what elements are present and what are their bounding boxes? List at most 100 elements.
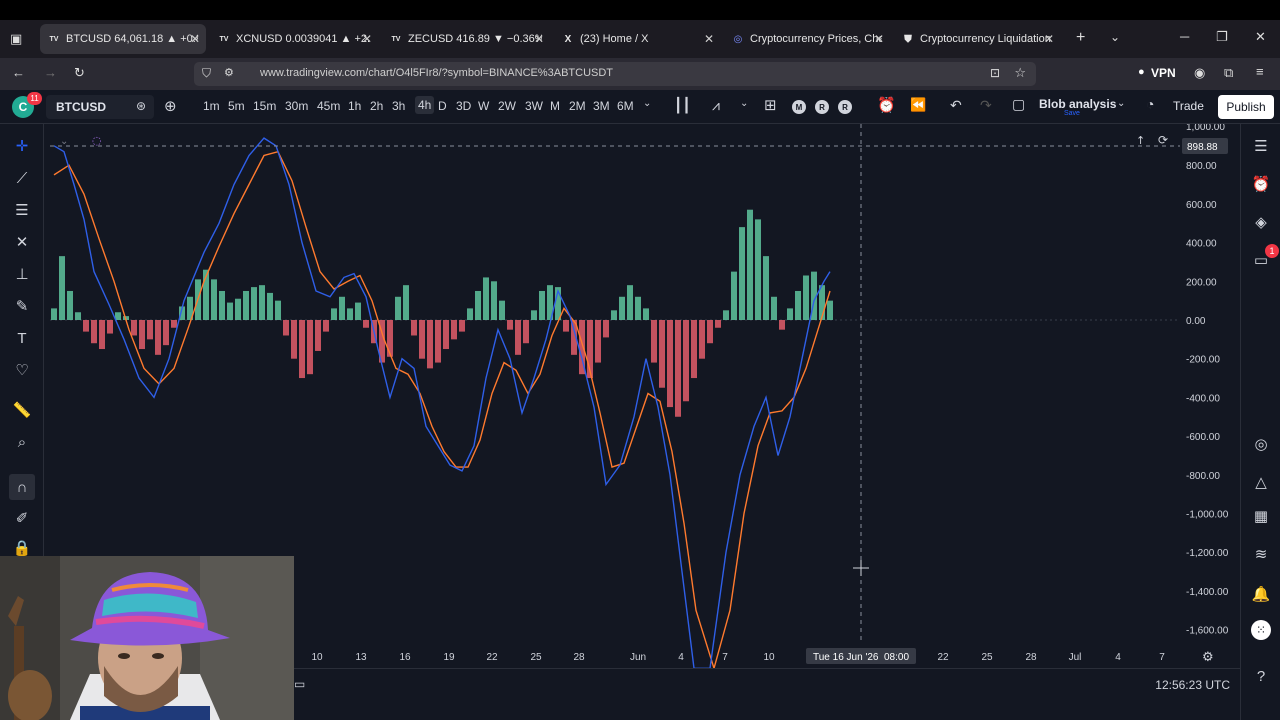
brush-icon[interactable]: ✎: [12, 296, 32, 316]
minimize-icon[interactable]: ─: [1180, 29, 1189, 44]
axis-settings-icon[interactable]: ⚙: [1202, 650, 1214, 665]
timeframe-2W[interactable]: 2W: [498, 99, 516, 113]
browser-tab[interactable]: ◎ Cryptocurrency Prices, Char ✕: [724, 24, 890, 54]
tab-list-icon[interactable]: ▣: [10, 31, 22, 47]
magnet-icon[interactable]: ∩: [9, 474, 35, 500]
symbol-search[interactable]: BTCUSD ⊛: [46, 95, 154, 119]
vpn-label[interactable]: VPN: [1151, 66, 1176, 80]
apps-grid-icon[interactable]: ⁙: [1251, 620, 1271, 640]
indicator-toggle-button[interactable]: M: [792, 100, 806, 114]
timeframe-3M[interactable]: 3M: [593, 99, 610, 113]
close-tab-icon[interactable]: ✕: [874, 32, 884, 46]
browser-tab[interactable]: ⛊ Cryptocurrency Liquidation ✕: [894, 24, 1060, 54]
timeframe-3h[interactable]: 3h: [392, 99, 405, 113]
calendar-icon[interactable]: ▦: [1251, 506, 1271, 526]
timeframe-1h[interactable]: 1h: [348, 99, 361, 113]
back-icon[interactable]: ←: [12, 65, 25, 80]
compare-symbol-icon[interactable]: ⊕: [164, 97, 177, 115]
trend-line-icon[interactable]: ⟋: [12, 168, 32, 188]
undo-icon[interactable]: ↶: [950, 97, 962, 114]
menu-icon[interactable]: ≡: [1256, 64, 1264, 79]
trade-button[interactable]: Trade: [1173, 99, 1204, 113]
utc-clock[interactable]: 12:56:23 UTC: [1155, 678, 1230, 692]
screenshot-icon[interactable]: ⊡: [990, 66, 1000, 80]
help-icon[interactable]: ?: [1251, 666, 1271, 686]
quick-search-icon[interactable]: ◔: [1146, 96, 1154, 112]
layout-save-label[interactable]: Save: [1064, 110, 1080, 117]
timeframe-6M[interactable]: 6M: [617, 99, 634, 113]
restore-icon[interactable]: ❐: [1216, 29, 1228, 45]
close-window-icon[interactable]: ✕: [1255, 29, 1266, 45]
heart-icon[interactable]: ♡: [12, 360, 32, 380]
browser-tab[interactable]: TV BTCUSD 64,061.18 ▲ +0.88%✕: [40, 24, 206, 54]
browser-tab[interactable]: X (23) Home / X ✕: [554, 24, 720, 54]
indicators-icon[interactable]: ⩘: [712, 97, 720, 114]
indicator-toggle-button[interactable]: R: [815, 100, 829, 114]
timeframe-45m[interactable]: 45m: [317, 99, 340, 113]
text-icon[interactable]: T: [12, 328, 32, 348]
timeframe-5m[interactable]: 5m: [228, 99, 245, 113]
panel-toggle-icon[interactable]: ▭: [294, 677, 305, 691]
close-tab-icon[interactable]: ✕: [1044, 32, 1054, 46]
reload-icon[interactable]: ↻: [74, 65, 85, 81]
site-settings-icon[interactable]: ⚙: [224, 66, 234, 79]
browser-tab[interactable]: TV XCNUSD 0.0039041 ▲ +2.1%✕: [210, 24, 378, 54]
browser-tab[interactable]: TV ZECUSD 416.89 ▼ −0.36% B ✕: [382, 24, 550, 54]
vpn-icon[interactable]: ●: [1138, 66, 1145, 78]
stream-icon[interactable]: ≋: [1251, 544, 1271, 564]
close-tab-icon[interactable]: ✕: [704, 32, 714, 46]
close-tab-icon[interactable]: ✕: [534, 32, 544, 46]
zoom-icon[interactable]: ⌕: [12, 432, 32, 452]
close-tab-icon[interactable]: ✕: [362, 32, 372, 46]
fib-icon[interactable]: ☰: [12, 200, 32, 220]
url-field[interactable]: ⛉ ⚙ www.tradingview.com/chart/O4l5FIr8/?…: [194, 62, 1036, 86]
bookmark-star-icon[interactable]: ☆: [1014, 65, 1026, 81]
timeframe-3W[interactable]: 3W: [525, 99, 543, 113]
tab-dropdown-icon[interactable]: ⌄: [1110, 30, 1120, 44]
layout-box-icon[interactable]: ▢: [1012, 96, 1025, 113]
timeframe-M[interactable]: M: [550, 99, 560, 113]
layout-grid-icon[interactable]: ⊞: [764, 96, 777, 114]
forward-icon[interactable]: →: [44, 65, 57, 80]
extensions-icon[interactable]: ⧉: [1224, 65, 1233, 81]
indicator-toggle-button[interactable]: R: [838, 100, 852, 114]
collapse-legend-icon[interactable]: ⌄: [60, 136, 68, 147]
timeframe-W[interactable]: W: [478, 99, 489, 113]
alert-icon[interactable]: ⏰: [877, 96, 896, 114]
timeframe-3D[interactable]: 3D: [456, 99, 471, 113]
layers-icon[interactable]: ◈: [1251, 212, 1271, 232]
timeframe-dropdown-icon[interactable]: ⌄: [643, 98, 651, 109]
watchlist-icon[interactable]: ☰: [1251, 136, 1271, 156]
indicators-dropdown-icon[interactable]: ⌄: [740, 98, 748, 109]
alerts-icon[interactable]: ⏰: [1251, 174, 1271, 194]
redo-icon[interactable]: ↷: [980, 97, 992, 114]
timeframe-1m[interactable]: 1m: [203, 99, 220, 113]
pane-maximize-icon[interactable]: ↑: [1136, 134, 1145, 147]
replay-icon[interactable]: ⏪: [910, 97, 926, 113]
layout-name[interactable]: Blob analysis: [1039, 97, 1116, 111]
shield-icon[interactable]: ⛉: [202, 66, 211, 81]
publish-button[interactable]: Publish: [1218, 95, 1274, 119]
timeframe-2h[interactable]: 2h: [370, 99, 383, 113]
timeframe-15m[interactable]: 15m: [253, 99, 276, 113]
profile-icon[interactable]: ◉: [1194, 65, 1205, 81]
target-icon[interactable]: ◎: [1251, 434, 1271, 454]
ruler-icon[interactable]: 📏: [12, 400, 32, 420]
close-tab-icon[interactable]: ✕: [190, 32, 200, 46]
pattern-icon[interactable]: ✕: [12, 232, 32, 252]
new-tab-button[interactable]: +: [1076, 29, 1085, 47]
timeframe-4h[interactable]: 4h: [415, 96, 435, 114]
timeframe-2M[interactable]: 2M: [569, 99, 586, 113]
stay-drawing-icon[interactable]: ✐: [12, 508, 32, 528]
timeframe-30m[interactable]: 30m: [285, 99, 308, 113]
layout-dropdown-icon[interactable]: ⌄: [1117, 98, 1125, 109]
crosshair-icon[interactable]: ✛: [12, 136, 32, 156]
prediction-icon[interactable]: ⊥: [12, 264, 32, 284]
notifications-icon[interactable]: 🔔: [1251, 584, 1271, 604]
timeframe-D[interactable]: D: [438, 99, 447, 113]
symbol-settings-icon[interactable]: ⊛: [136, 99, 146, 113]
ideas-icon[interactable]: △: [1251, 472, 1271, 492]
candle-type-icon[interactable]: ┃┃: [674, 97, 691, 114]
lock-icon[interactable]: 🔒: [12, 538, 32, 558]
pane-refresh-icon[interactable]: ⟳: [1158, 133, 1168, 147]
